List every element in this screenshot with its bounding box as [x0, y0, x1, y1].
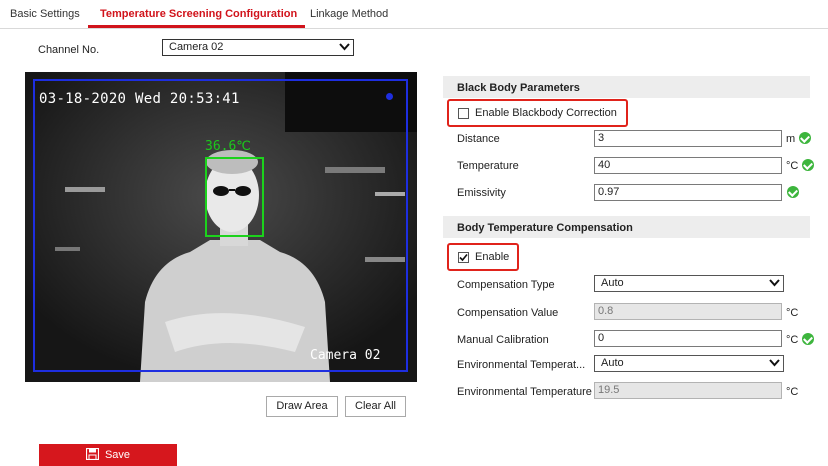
- blackbody-section-title: Black Body Parameters: [443, 76, 810, 98]
- compensation-type-value: Auto: [601, 277, 624, 289]
- blackbody-enable-checkbox[interactable]: [458, 108, 469, 119]
- compensation-value-label: Compensation Value: [457, 307, 559, 319]
- osd-timestamp: 03-18-2020 Wed 20:53:41: [39, 91, 240, 107]
- channel-select[interactable]: Camera 02: [162, 39, 354, 56]
- chevron-down-icon: [339, 43, 350, 51]
- environmental-temperature-unit: °C: [786, 386, 799, 398]
- environmental-temperature-input: 19.5: [594, 382, 782, 399]
- save-label: Save: [104, 449, 131, 461]
- face-temperature-label: 36.6℃: [205, 139, 251, 154]
- check-ok-icon: [802, 333, 814, 345]
- channel-label: Channel No.: [38, 44, 100, 56]
- compensation-enable-label: Enable: [475, 251, 510, 263]
- osd-camera-label: Camera 02: [310, 348, 381, 363]
- check-ok-icon: [787, 186, 799, 198]
- tab-bar: Basic Settings Temperature Screening Con…: [0, 0, 828, 29]
- active-tab-underline: [88, 25, 305, 28]
- face-detection-box: [205, 157, 264, 237]
- save-button[interactable]: Save: [39, 444, 177, 466]
- distance-unit: m: [786, 133, 796, 145]
- temperature-label: Temperature: [457, 160, 519, 172]
- checkmark-icon: [459, 253, 468, 262]
- emissivity-label: Emissivity: [457, 187, 506, 199]
- tab-linkage-method[interactable]: Linkage Method: [310, 8, 388, 20]
- tab-basic-settings[interactable]: Basic Settings: [10, 8, 80, 20]
- channel-select-value: Camera 02: [169, 41, 224, 53]
- check-ok-icon: [799, 132, 811, 144]
- save-disk-icon: [85, 447, 100, 461]
- manual-calibration-label: Manual Calibration: [457, 334, 549, 346]
- chevron-down-icon: [769, 279, 780, 287]
- environmental-temperature-label: Environmental Temperature: [457, 386, 592, 398]
- compensation-enable-checkbox[interactable]: [458, 252, 469, 263]
- emissivity-input[interactable]: 0.97: [594, 184, 782, 201]
- chevron-down-icon: [769, 359, 780, 367]
- compensation-section-title: Body Temperature Compensation: [443, 216, 810, 238]
- manual-calibration-unit: °C: [786, 334, 799, 346]
- clear-all-button[interactable]: Clear All: [345, 396, 406, 417]
- compensation-value-unit: °C: [786, 307, 799, 319]
- distance-input[interactable]: 3: [594, 130, 782, 147]
- distance-label: Distance: [457, 133, 500, 145]
- environmental-type-value: Auto: [601, 357, 624, 369]
- compensation-type-select[interactable]: Auto: [594, 275, 784, 292]
- temperature-unit: °C: [786, 160, 799, 172]
- draw-area-button[interactable]: Draw Area: [266, 396, 338, 417]
- blackbody-enable-label: Enable Blackbody Correction: [475, 107, 617, 119]
- check-ok-icon: [802, 159, 814, 171]
- tab-temperature-screening[interactable]: Temperature Screening Configuration: [100, 8, 297, 20]
- roi-handle[interactable]: [386, 93, 393, 100]
- environmental-type-label: Environmental Temperat...: [457, 359, 586, 371]
- compensation-type-label: Compensation Type: [457, 279, 555, 291]
- manual-calibration-input[interactable]: 0: [594, 330, 782, 347]
- compensation-value-input: 0.8: [594, 303, 782, 320]
- temperature-input[interactable]: 40: [594, 157, 782, 174]
- environmental-type-select[interactable]: Auto: [594, 355, 784, 372]
